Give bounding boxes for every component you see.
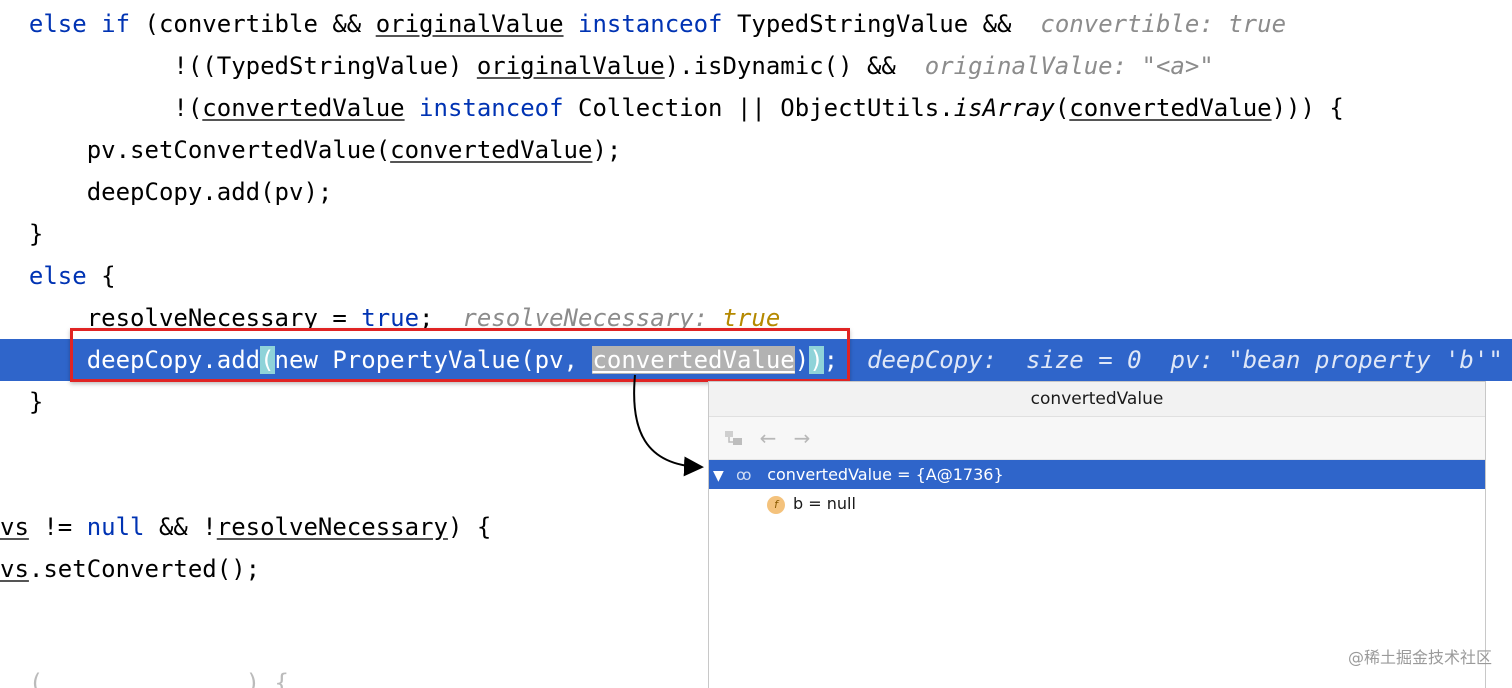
code-text: (convertible && bbox=[130, 10, 376, 38]
tree-child-label: b = null bbox=[793, 494, 856, 513]
variable-pvs[interactable]: vs bbox=[0, 555, 29, 583]
code-line-else[interactable]: else { bbox=[0, 255, 1512, 297]
keyword-instanceof: instanceof bbox=[578, 10, 723, 38]
variable-resolveNecessary[interactable]: resolveNecessary bbox=[217, 513, 448, 541]
keyword-null: null bbox=[86, 513, 145, 541]
matched-brace-open: ( bbox=[260, 346, 275, 374]
evaluate-value-popup[interactable]: convertedValue ← → ▼ oo convertedValue =… bbox=[708, 381, 1486, 688]
expand-toggle-icon[interactable]: ▼ bbox=[713, 462, 731, 491]
popup-title: convertedValue bbox=[709, 382, 1485, 417]
forward-arrow-icon[interactable]: → bbox=[789, 425, 815, 451]
keyword-true: true bbox=[361, 304, 420, 332]
variable-originalValue[interactable]: originalValue bbox=[376, 10, 564, 38]
inline-debug-hint-value: true bbox=[722, 304, 781, 332]
keyword-else: else bbox=[28, 10, 87, 38]
inline-debug-hint-name: resolveNecessary: bbox=[462, 304, 709, 332]
inline-debug-hint: originalValue: "<a>" bbox=[924, 52, 1214, 80]
inline-debug-hint: convertible: true bbox=[1040, 10, 1287, 38]
code-text: deepCopy.add bbox=[86, 346, 261, 374]
ide-editor-screenshot: else if (convertible && originalValue in… bbox=[0, 0, 1512, 688]
code-text: ); bbox=[592, 136, 622, 164]
code-text: ))) { bbox=[1271, 94, 1344, 122]
back-arrow-icon[interactable]: ← bbox=[755, 425, 781, 451]
code-line-current-execution[interactable]: deepCopy.add(new PropertyValue(pv, conve… bbox=[0, 339, 1512, 381]
tree-row-root[interactable]: ▼ oo convertedValue = {A@1736} bbox=[709, 460, 1485, 489]
keyword-instanceof: instanceof bbox=[419, 94, 564, 122]
code-line-collection-check[interactable]: !(convertedValue instanceof Collection |… bbox=[0, 87, 1512, 129]
code-text: { bbox=[86, 262, 116, 290]
code-text: pv.setConvertedValue( bbox=[86, 136, 391, 164]
code-text: ; bbox=[419, 304, 434, 332]
code-text: ) bbox=[794, 346, 810, 374]
keyword-if: if bbox=[101, 10, 131, 38]
field-icon: f bbox=[767, 495, 785, 514]
variable-convertedValue[interactable]: convertedValue bbox=[202, 94, 404, 122]
annotation-arrow bbox=[633, 374, 704, 477]
code-text: .setConverted(); bbox=[28, 555, 261, 583]
code-text: ( ) { bbox=[0, 669, 289, 688]
tree-row-child[interactable]: f b = null bbox=[709, 489, 1485, 518]
matched-brace-close: ) bbox=[809, 346, 824, 374]
watermark: @稀土掘金技术社区 bbox=[1347, 648, 1492, 667]
popup-toolbar: ← → bbox=[709, 417, 1485, 460]
code-text: ) { bbox=[447, 513, 492, 541]
code-line-else-if[interactable]: else if (convertible && originalValue in… bbox=[0, 3, 1512, 45]
code-line-deepcopy-add-pv[interactable]: deepCopy.add(pv); bbox=[0, 171, 1512, 213]
hierarchy-icon[interactable] bbox=[721, 425, 747, 451]
code-line-set-converted-value[interactable]: pv.setConvertedValue(convertedValue); bbox=[0, 129, 1512, 171]
watch-glasses-icon: oo bbox=[736, 466, 751, 484]
code-text: deepCopy.add(pv); bbox=[86, 178, 333, 206]
keyword-else: else bbox=[28, 262, 87, 290]
method-isArray[interactable]: isArray bbox=[954, 94, 1055, 122]
code-text: resolveNecessary = bbox=[86, 304, 362, 332]
code-line-resolve-necessary[interactable]: resolveNecessary = true; resolveNecessar… bbox=[0, 297, 1512, 339]
code-line-close-brace[interactable]: } bbox=[0, 213, 1512, 255]
code-text: ; bbox=[823, 346, 839, 374]
code-text: !( bbox=[173, 94, 203, 122]
code-text: ( bbox=[1054, 94, 1070, 122]
tree-root-label: convertedValue = {A@1736} bbox=[767, 465, 1004, 484]
code-text: && ! bbox=[144, 513, 217, 541]
code-text: PropertyValue(pv, bbox=[317, 346, 593, 374]
variable-convertedValue[interactable]: convertedValue bbox=[390, 136, 592, 164]
inline-debug-hint: deepCopy: size = 0 pv: "bean property 'b… bbox=[867, 346, 1503, 374]
code-text: ).isDynamic() && bbox=[664, 52, 896, 80]
variable-originalValue[interactable]: originalValue bbox=[477, 52, 665, 80]
variable-convertedValue[interactable]: convertedValue bbox=[1069, 94, 1271, 122]
variable-pvs[interactable]: vs bbox=[0, 513, 29, 541]
code-text: !((TypedStringValue) bbox=[173, 52, 477, 80]
code-text: } bbox=[28, 220, 44, 248]
code-text: != bbox=[28, 513, 87, 541]
code-text: } bbox=[28, 388, 44, 416]
code-text: Collection || ObjectUtils. bbox=[563, 94, 954, 122]
code-line-isdynamic[interactable]: !((TypedStringValue) originalValue).isDy… bbox=[0, 45, 1512, 87]
keyword-new: new bbox=[274, 346, 318, 374]
code-text: TypedStringValue && bbox=[722, 10, 1012, 38]
